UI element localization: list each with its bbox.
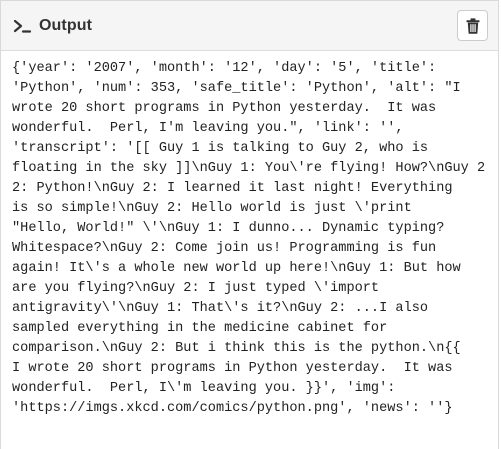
output-body: {'year': '2007', 'month': '12', 'day': '… [1,51,498,419]
output-title: Output [39,16,93,34]
output-line: 2: Python!\nGuy 2: I learned it last nig… [12,181,453,196]
output-panel: Output {'year': '2007', 'month': '12', '… [0,0,499,449]
output-line: antigravity\'\nGuy 1: That\'s it?\nGuy 2… [12,301,429,316]
trash-icon [466,17,480,34]
output-header: Output [1,1,498,51]
output-line: again! It\'s a whole new world up here!\… [12,261,461,276]
output-text: {'year': '2007', 'month': '12', 'day': '… [12,59,486,419]
delete-output-button[interactable] [457,10,488,41]
output-line: I wrote 20 short programs in Python yest… [12,361,453,376]
output-line: wonderful. Perl, I\'m leaving you. }}', … [12,381,396,396]
output-line: 'Python', 'num': 353, 'safe_title': 'Pyt… [12,81,461,96]
output-line: are you flying?\nGuy 2: I just typed \'i… [12,281,380,296]
output-line: wonderful. Perl, I'm leaving you.", 'lin… [12,121,404,136]
output-line: wrote 20 short programs in Python yester… [12,101,437,116]
terminal-prompt-icon [13,16,35,36]
output-line: 'https://imgs.xkcd.com/comics/python.png… [12,401,453,416]
output-line: Whitespace?\nGuy 2: Come join us! Progra… [12,241,437,256]
output-line: {'year': '2007', 'month': '12', 'day': '… [12,61,437,76]
output-line: "Hello, World!" \'\nGuy 1: I dunno... Dy… [12,221,445,236]
output-line: sampled everything in the medicine cabin… [12,321,388,336]
output-line: comparison.\nGuy 2: But i think this is … [12,341,461,356]
output-line: 'transcript': '[[ Guy 1 is talking to Gu… [12,141,429,156]
output-line: is so simple!\nGuy 2: Hello world is jus… [12,201,412,216]
output-line: floating in the sky ]]\nGuy 1: You\'re f… [12,161,486,176]
